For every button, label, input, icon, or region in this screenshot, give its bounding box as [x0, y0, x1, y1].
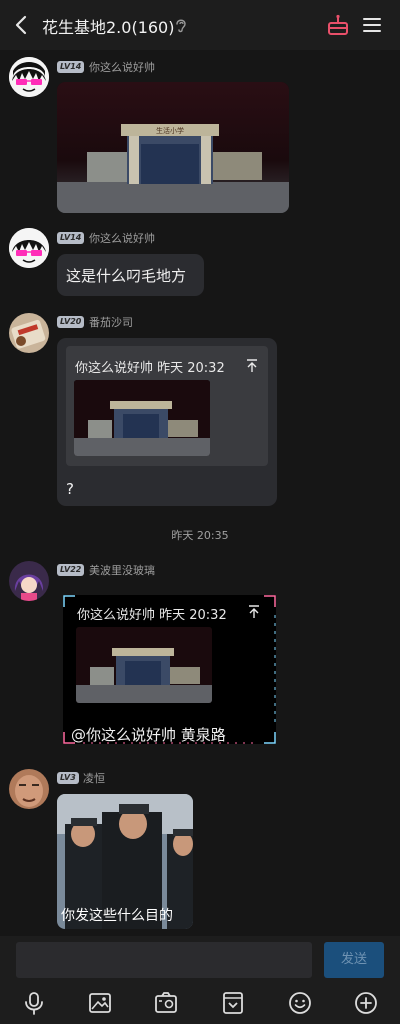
reply-bubble[interactable]: 你这么说好帅 昨天 20:32 ? — [57, 338, 277, 506]
face-avatar-icon — [9, 769, 49, 809]
message-text: @你这么说好帅 黄泉路 — [71, 726, 226, 744]
sticker-icon[interactable] — [220, 990, 246, 1016]
anime-avatar-icon — [9, 228, 49, 268]
message-text: 这是什么叼毛地方 — [66, 267, 187, 285]
microphone-icon[interactable] — [21, 990, 47, 1016]
meme-caption: 你发这些什么目的 — [61, 908, 173, 924]
food-avatar-icon — [9, 313, 49, 353]
chat-header: 花生基地2.0(160) — [0, 0, 400, 50]
time-separator: 昨天 20:35 — [171, 529, 229, 542]
anime-avatar-icon — [9, 561, 49, 601]
photo-sign: 生活小学 — [156, 126, 184, 135]
sender-name[interactable]: 你这么说好帅 — [89, 59, 155, 75]
quoted-photo — [74, 380, 210, 456]
pin-top-icon[interactable] — [246, 359, 258, 373]
sender-name[interactable]: 美波里没玻璃 — [89, 562, 155, 578]
level-badge: LV14 — [57, 61, 85, 73]
school-gate-photo: 生活小学 — [57, 82, 289, 213]
decorated-reply-bubble[interactable]: 你这么说好帅 昨天 20:32 @你这么说好帅 黄泉路 — [63, 595, 276, 744]
camera-icon[interactable] — [153, 990, 179, 1016]
pin-top-icon[interactable] — [248, 605, 260, 619]
sender-name[interactable]: 凌恒 — [83, 770, 105, 786]
gift-cake-icon[interactable] — [326, 13, 350, 37]
sender-name[interactable]: 番茄沙司 — [89, 314, 133, 330]
send-button[interactable]: 发送 — [324, 942, 384, 978]
avatar[interactable] — [9, 228, 49, 268]
back-arrow-icon[interactable] — [10, 13, 34, 37]
text-bubble[interactable]: 这是什么叼毛地方 — [57, 254, 204, 296]
level-badge: LV22 — [57, 564, 85, 576]
chat-title[interactable]: 花生基地2.0(160) — [42, 14, 174, 38]
emoji-icon[interactable] — [287, 990, 313, 1016]
message-input[interactable] — [16, 942, 312, 978]
quoted-photo — [76, 627, 212, 703]
photo-message[interactable]: 生活小学 — [57, 82, 289, 213]
avatar[interactable] — [9, 57, 49, 97]
image-icon[interactable] — [87, 990, 113, 1016]
plus-icon[interactable] — [353, 990, 379, 1016]
sender-name[interactable]: 你这么说好帅 — [89, 230, 155, 246]
level-badge: LV14 — [57, 232, 85, 244]
quoted-message[interactable]: 你这么说好帅 昨天 20:32 — [66, 346, 268, 466]
school-gate-photo — [76, 627, 212, 703]
menu-icon[interactable] — [361, 14, 383, 36]
level-badge: LV3 — [57, 772, 79, 784]
level-badge: LV20 — [57, 316, 85, 328]
anime-avatar-icon — [9, 57, 49, 97]
school-gate-photo — [74, 380, 210, 456]
avatar[interactable] — [9, 561, 49, 601]
avatar[interactable] — [9, 313, 49, 353]
quote-header: 你这么说好帅 昨天 20:32 — [77, 608, 227, 623]
ear-icon[interactable] — [174, 16, 188, 34]
avatar[interactable] — [9, 769, 49, 809]
meme-photo-message[interactable]: 你发这些什么目的 — [57, 794, 193, 929]
quote-header: 你这么说好帅 昨天 20:32 — [75, 361, 225, 376]
message-text: ? — [66, 480, 74, 498]
